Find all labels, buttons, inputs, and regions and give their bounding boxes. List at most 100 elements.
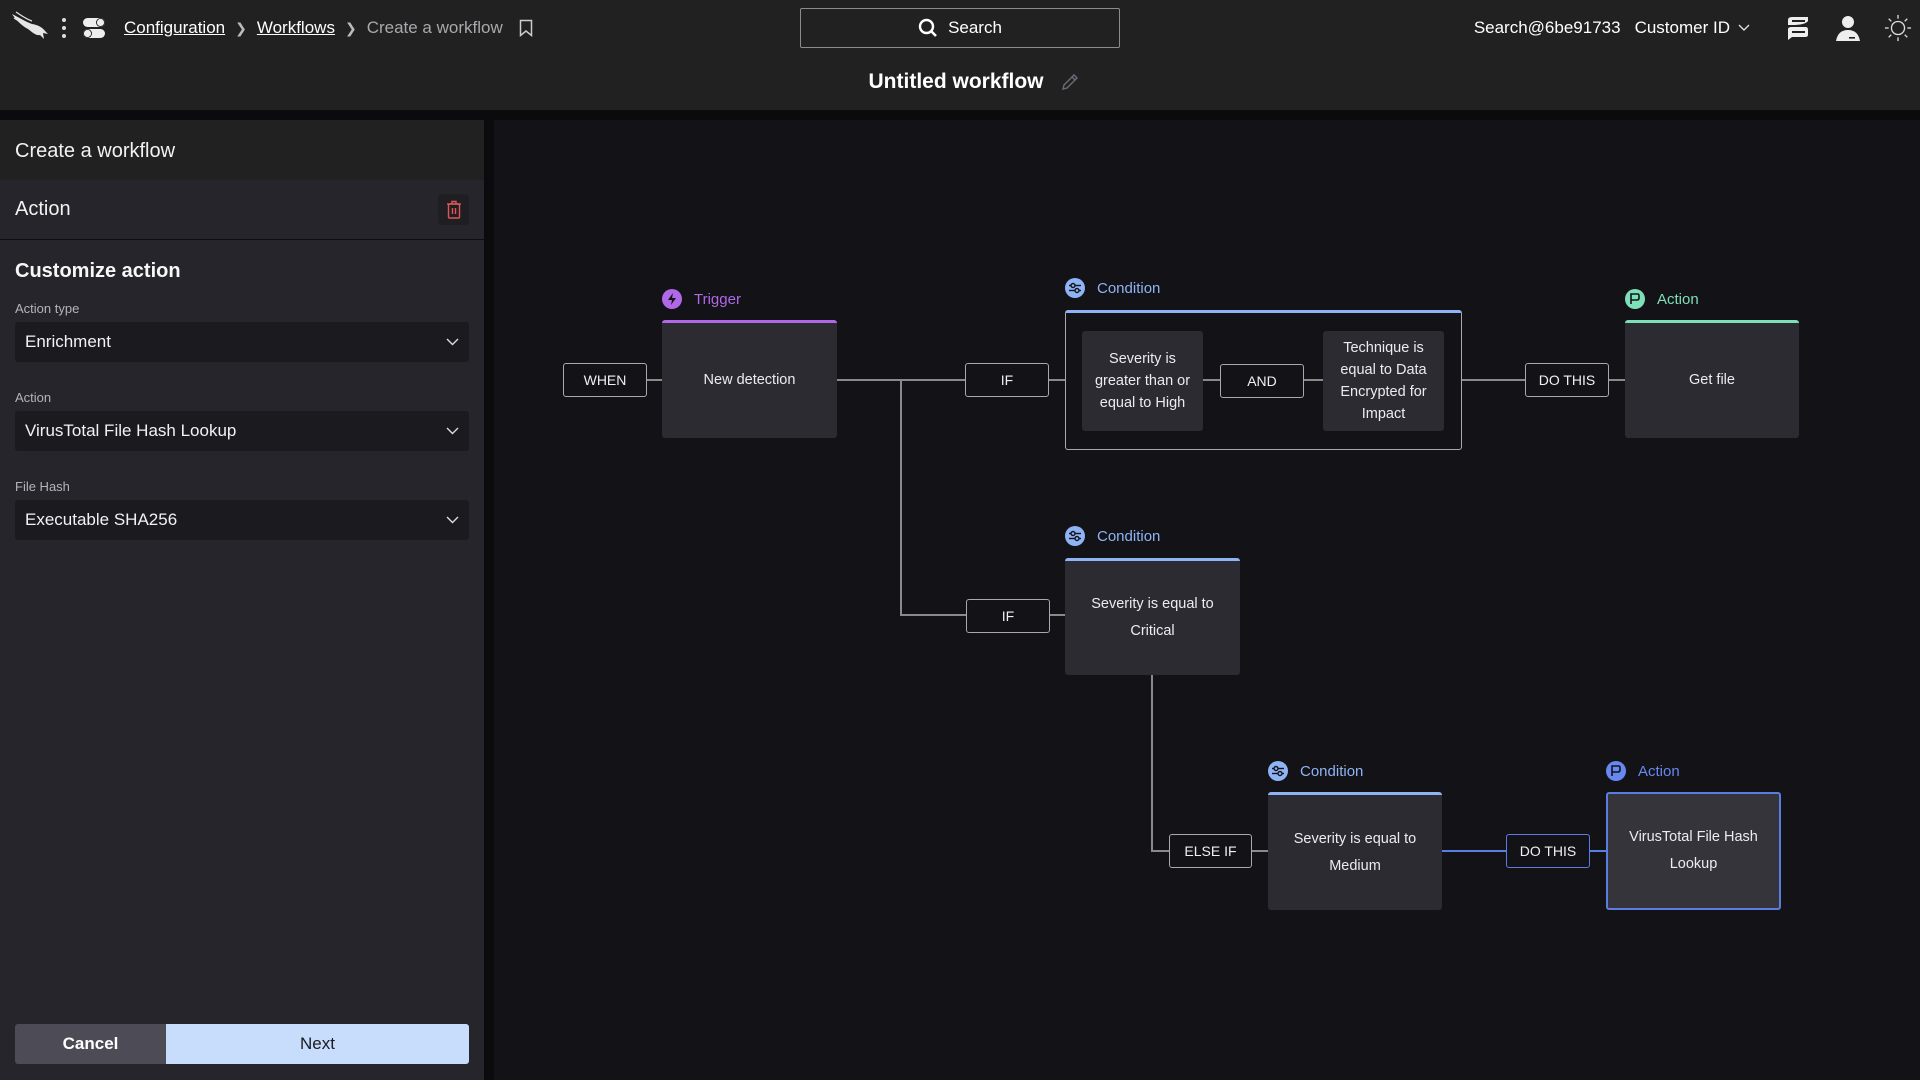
connector <box>1461 379 1525 381</box>
condition-clause-text: Technique is equal to Data Encrypted for… <box>1340 340 1427 422</box>
messages-icon <box>1788 17 1808 40</box>
chevron-down-icon <box>446 338 459 346</box>
file-hash-select[interactable]: Executable SHA256 <box>15 500 469 540</box>
condition-group-node[interactable]: Severity is greater than or equal to Hig… <box>1065 310 1462 450</box>
top-header: Configuration ❯ Workflows ❯ Create a wor… <box>0 0 1920 110</box>
kebab-menu-icon[interactable] <box>58 16 70 40</box>
breadcrumb-current: Create a workflow <box>366 18 503 37</box>
condition-text: Severity is equal to Medium <box>1293 830 1417 874</box>
customer-id-dropdown[interactable]: Customer ID <box>1635 18 1750 38</box>
sliders-icon <box>1065 526 1085 546</box>
and-operator[interactable]: AND <box>1220 364 1304 398</box>
sliders-icon <box>1268 761 1288 781</box>
header-right: Search@6be91733 Customer ID <box>1474 0 1920 56</box>
condition-clause[interactable]: Severity is greater than or equal to Hig… <box>1082 331 1203 431</box>
action-type-field: Action type Enrichment <box>0 301 484 362</box>
bookmark-icon[interactable] <box>519 19 533 37</box>
search-icon <box>918 18 937 37</box>
trigger-type: Trigger <box>694 290 741 308</box>
action-field: Action VirusTotal File Hash Lookup <box>0 390 484 451</box>
action-text: Get file <box>1689 372 1735 388</box>
chevron-down-icon <box>446 427 459 435</box>
connector <box>900 380 902 616</box>
action-type-select[interactable]: Enrichment <box>15 322 469 362</box>
connector <box>1049 614 1065 616</box>
condition-label: Condition <box>1065 278 1160 298</box>
connector <box>1151 850 1169 852</box>
connector-active <box>1589 850 1606 852</box>
action-type-label: Action type <box>15 301 80 316</box>
condition-type: Condition <box>1097 527 1161 545</box>
condition-node[interactable]: Severity is equal to Critical <box>1065 558 1240 675</box>
messages-button[interactable] <box>1784 14 1812 42</box>
next-button[interactable]: Next <box>166 1024 469 1064</box>
workflow-title: Untitled workflow <box>868 70 1044 93</box>
delete-button[interactable] <box>438 194 469 225</box>
when-operator[interactable]: WHEN <box>563 363 647 397</box>
do-this-operator[interactable]: DO THIS <box>1525 363 1609 397</box>
condition-clause-text: Severity is greater than or equal to Hig… <box>1094 351 1191 411</box>
action-label: Action <box>15 390 52 405</box>
action-type: Action <box>1657 290 1699 308</box>
trigger-label: Trigger <box>662 289 741 309</box>
user-name: Search@6be91733 <box>1473 18 1621 37</box>
file-hash-label: File Hash <box>15 479 70 494</box>
user-icon <box>1836 16 1860 41</box>
panel-section-header: Action <box>0 180 484 240</box>
global-search-button[interactable]: Search <box>800 8 1120 48</box>
condition-node[interactable]: Severity is equal to Medium <box>1268 792 1442 910</box>
connector <box>1251 850 1268 852</box>
customize-action-title: Customize action <box>15 260 181 282</box>
condition-type: Condition <box>1300 762 1364 780</box>
falcon-logo[interactable] <box>10 10 50 42</box>
search-label: Search <box>948 18 1002 37</box>
if-operator[interactable]: IF <box>965 363 1049 397</box>
breadcrumb-configuration[interactable]: Configuration <box>124 18 225 38</box>
trash-icon <box>446 200 461 219</box>
workflow-canvas[interactable]: WHEN IF DO THIS IF ELSE IF DO THIS Trigg… <box>494 120 1920 1080</box>
sliders-icon <box>1065 278 1085 298</box>
customer-id-label: Customer ID <box>1634 18 1730 37</box>
condition-type: Condition <box>1097 279 1161 297</box>
file-hash-field: File Hash Executable SHA256 <box>0 479 484 540</box>
panel-section-title: Action <box>15 198 71 220</box>
do-this-operator[interactable]: DO THIS <box>1506 834 1590 868</box>
connector-active <box>1442 850 1506 852</box>
panel-actions: Cancel Next <box>15 1024 469 1064</box>
action-select[interactable]: VirusTotal File Hash Lookup <box>15 411 469 451</box>
breadcrumb: Configuration ❯ Workflows ❯ Create a wor… <box>124 18 533 38</box>
workflow-title-row: Untitled workflow <box>0 70 1920 94</box>
flag-icon <box>1606 761 1626 781</box>
action-text: VirusTotal File Hash Lookup <box>1629 829 1758 872</box>
breadcrumb-workflows[interactable]: Workflows <box>257 18 335 38</box>
condition-clause[interactable]: Technique is equal to Data Encrypted for… <box>1323 331 1444 431</box>
condition-text: Severity is equal to Critical <box>1091 596 1214 639</box>
action-type-value: Enrichment <box>25 332 111 351</box>
edit-title-pencil-icon[interactable] <box>1060 72 1080 92</box>
sun-icon <box>1884 14 1912 42</box>
trigger-node[interactable]: New detection <box>662 320 837 438</box>
if-operator[interactable]: IF <box>966 599 1050 633</box>
user-profile-button[interactable] <box>1834 14 1862 42</box>
cancel-button[interactable]: Cancel <box>15 1024 166 1064</box>
apps-menu-icon[interactable] <box>82 16 108 40</box>
file-hash-value: Executable SHA256 <box>25 510 178 529</box>
action-label: Action <box>1606 761 1680 781</box>
action-node-selected[interactable]: VirusTotal File Hash Lookup <box>1606 792 1781 910</box>
chevron-right-icon: ❯ <box>235 19 247 36</box>
action-node[interactable]: Get file <box>1625 320 1799 438</box>
connector <box>646 379 662 381</box>
connector <box>1151 675 1153 851</box>
panel-title: Create a workflow <box>0 120 484 180</box>
side-panel: Create a workflow Action Customize actio… <box>0 120 484 1080</box>
action-type: Action <box>1638 762 1680 780</box>
else-if-operator[interactable]: ELSE IF <box>1169 834 1252 868</box>
chevron-down-icon <box>1738 24 1750 31</box>
lightning-icon <box>662 289 682 309</box>
trigger-text: New detection <box>703 372 796 388</box>
connector <box>1049 379 1065 381</box>
condition-label: Condition <box>1065 526 1160 546</box>
chevron-down-icon <box>446 516 459 524</box>
connector <box>1608 379 1625 381</box>
theme-toggle-button[interactable] <box>1884 14 1912 42</box>
